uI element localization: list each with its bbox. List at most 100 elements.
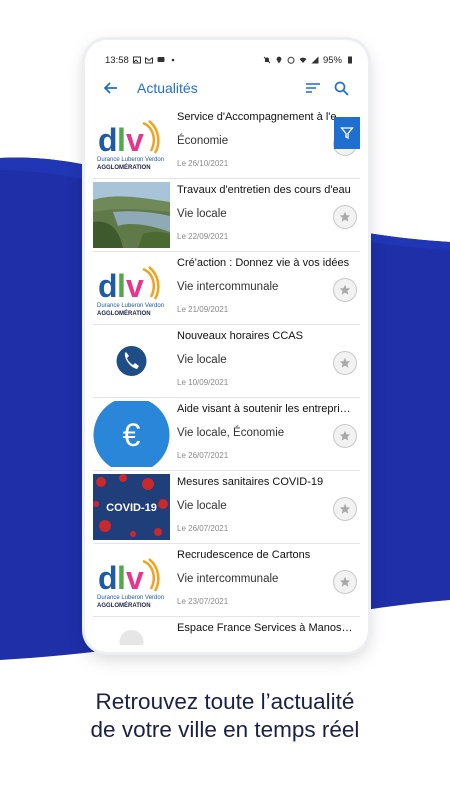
star-icon [339,357,351,368]
news-content: Nouveaux horaires CCAS Vie locale Le 10/09… [177,325,360,397]
news-thumbnail: d l v Durance Luberon Verdon AGGLOMÉRATION [93,255,170,321]
news-content: Espace France Services à Manosque [177,617,360,645]
battery-level: 95% [322,54,342,66]
search-button[interactable] [330,77,352,99]
status-time: 13:58 [105,54,129,66]
news-date: Le 26/07/2021 [177,524,229,533]
gmail-icon [144,57,153,64]
star-icon [339,211,351,222]
svg-text:v: v [126,268,144,304]
partial-thumbnail [93,620,170,645]
svg-text:Durance Luberon Verdon: Durance Luberon Verdon [97,157,164,163]
news-content: Aide visant à soutenir les entreprises Vi… [177,398,360,470]
news-content: Travaux d'entretien des cours d'eau Vie l… [177,179,360,251]
dot-icon [171,58,175,62]
news-title: Mesures sanitaires COVID-19 [177,476,324,488]
dlva-logo: d l vDurance Luberon VerdonAGGLOMÉRATION [93,255,170,321]
status-bar: 13:58 95% [93,50,360,70]
news-content: Service d'Accompagnement à l'emploi Écono… [177,106,360,178]
image-icon [132,56,141,64]
covid-image: COVID-19 [93,474,170,540]
page-title: Actualités [137,80,198,96]
app-screen: 13:58 95% Actualités d l v Durance Luber… [93,50,360,645]
svg-text:l: l [117,122,126,158]
news-content: Cré'action : Donnez vie à vos idées Vie i… [177,252,360,324]
app-bar: Actualités [93,70,360,106]
news-thumbnail [93,182,170,248]
news-thumbnail: d l v Durance Luberon Verdon AGGLOMÉRATION [93,547,170,613]
alarm-icon [287,56,295,64]
filter-button[interactable] [334,117,360,149]
favorite-button[interactable] [333,570,357,594]
news-item[interactable]: Nouveaux horaires CCAS Vie locale Le 10/09… [93,325,360,398]
mute-icon [263,56,271,64]
wifi-icon [299,57,307,63]
news-title: Recrudescence de Cartons [177,549,311,561]
favorite-button[interactable] [333,205,357,229]
news-title: Service d'Accompagnement à l'emploi [177,111,353,123]
search-icon [334,81,349,96]
news-thumbnail [93,328,170,394]
news-title: Nouveaux horaires CCAS [177,330,303,342]
svg-text:d: d [98,560,118,596]
favorite-button[interactable] [333,497,357,521]
news-list: d l v Durance Luberon Verdon AGGLOMÉRATION Se… [93,106,360,645]
news-content: Mesures sanitaires COVID-19 Vie locale Le … [177,471,360,543]
phone-icon [93,328,170,394]
news-title: Espace France Services à Manosque [177,622,353,634]
news-item[interactable]: d l v Durance Luberon Verdon AGGLOMÉRATION Re… [93,544,360,617]
news-thumbnail: € [93,401,170,467]
news-title: Aide visant à soutenir les entreprises [177,403,353,415]
svg-text:AGGLOMÉRATION: AGGLOMÉRATION [97,309,151,317]
filter-icon [340,127,354,140]
svg-text:AGGLOMÉRATION: AGGLOMÉRATION [97,163,151,171]
signal-icon [311,56,319,64]
news-thumbnail: d l v Durance Luberon Verdon AGGLOMÉRATION [93,109,170,175]
sort-button[interactable] [302,77,324,99]
dlva-logo: d l vDurance Luberon VerdonAGGLOMÉRATION [93,109,170,175]
star-icon [339,576,351,587]
tagline-line-2: de votre ville en temps réel [90,717,360,742]
svg-text:COVID-19: COVID-19 [106,502,157,514]
svg-text:v: v [126,122,144,158]
news-thumbnail: COVID-19 [93,474,170,540]
river-photo [93,182,170,248]
star-icon [339,430,351,441]
favorite-button[interactable] [333,424,357,448]
news-date: Le 22/09/2021 [177,232,229,241]
news-item[interactable]: d l v Durance Luberon Verdon AGGLOMÉRATION Cr… [93,252,360,325]
svg-text:l: l [117,560,126,596]
svg-text:€: € [123,417,141,453]
news-item[interactable]: d l v Durance Luberon Verdon AGGLOMÉRATION Se… [93,106,360,179]
news-date: Le 21/09/2021 [177,305,229,314]
news-date: Le 23/07/2021 [177,597,229,606]
svg-text:d: d [98,122,118,158]
news-date: Le 26/07/2021 [177,451,229,460]
news-title: Travaux d'entretien des cours d'eau [177,184,351,196]
news-item[interactable]: € Aide visant à soutenir les entreprises V… [93,398,360,471]
message-icon [157,57,165,62]
star-icon [339,284,351,295]
svg-text:v: v [126,560,144,596]
battery-icon [348,56,352,64]
sort-icon [306,83,320,93]
arrow-left-icon [104,82,117,94]
euro-icon: € [93,401,170,467]
news-item[interactable]: Travaux d'entretien des cours d'eau Vie l… [93,179,360,252]
news-date: Le 26/10/2021 [177,159,229,168]
tagline-line-1: Retrouvez toute l’actualité [95,689,355,714]
news-title: Cré'action : Donnez vie à vos idées [177,257,350,269]
news-content: Recrudescence de Cartons Vie intercommuna… [177,544,360,616]
svg-text:Durance Luberon Verdon: Durance Luberon Verdon [97,303,164,309]
news-thumbnail [93,620,170,645]
svg-text:l: l [117,268,126,304]
phone-frame: 13:58 95% Actualités d l v Durance Luber… [85,40,368,652]
back-button[interactable] [101,78,121,98]
news-item[interactable]: Espace France Services à Manosque [93,617,360,645]
star-icon [339,503,351,514]
favorite-button[interactable] [333,278,357,302]
svg-text:d: d [98,268,118,304]
news-item[interactable]: COVID-19 Mesures sanitaires COVID-19 Vie l… [93,471,360,544]
favorite-button[interactable] [333,351,357,375]
svg-text:Durance Luberon Verdon: Durance Luberon Verdon [97,595,164,601]
